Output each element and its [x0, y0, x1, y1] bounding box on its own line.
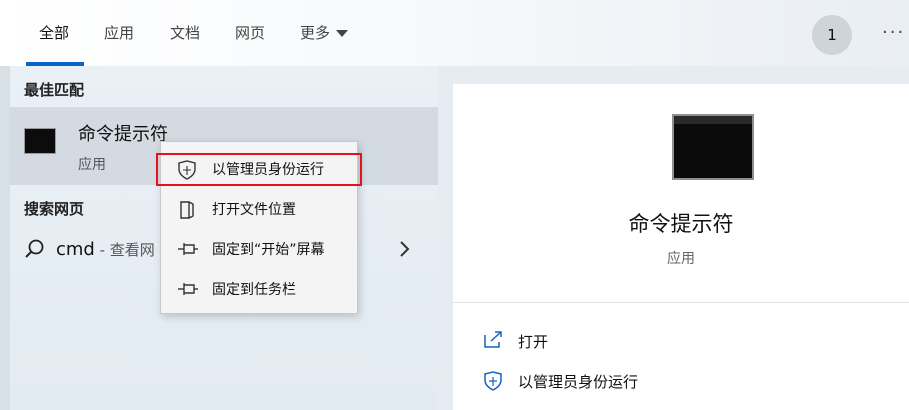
chevron-right-icon[interactable] [398, 240, 412, 258]
search-web-heading: 搜索网页 [24, 200, 85, 218]
menu-item-pin-to-taskbar[interactable]: 固定到任务栏 [161, 270, 357, 308]
more-options-button[interactable]: ··· [882, 22, 905, 43]
divider [453, 302, 909, 303]
left-edge [0, 66, 10, 410]
annotation-highlight-box [156, 153, 362, 186]
menu-item-pin-to-start[interactable]: 固定到“开始”屏幕 [161, 230, 357, 268]
open-action-label: 打开 [518, 333, 549, 351]
search-suffix: - 查看网 [94, 241, 155, 259]
search-query: cmd [56, 239, 95, 260]
tab-web[interactable]: 网页 [235, 22, 265, 43]
best-match-type: 应用 [78, 157, 106, 173]
tab-apps[interactable]: 应用 [104, 22, 134, 43]
best-match-heading: 最佳匹配 [24, 81, 85, 99]
avatar[interactable]: 1 [812, 15, 852, 55]
folder-location-icon [180, 201, 194, 219]
menu-item-label: 打开文件位置 [212, 202, 296, 218]
shield-icon [484, 371, 502, 391]
pin-icon [178, 243, 198, 255]
tab-more-label: 更多 [300, 24, 331, 42]
top-bar: 全部 应用 文档 网页 更多 1 ··· [0, 0, 909, 66]
menu-item-label: 固定到任务栏 [212, 282, 296, 298]
detail-type: 应用 [667, 251, 695, 267]
best-match-name: 命令提示符 [78, 124, 168, 145]
search-icon [25, 239, 44, 258]
menu-item-label: 固定到“开始”屏幕 [212, 242, 325, 258]
tab-documents[interactable]: 文档 [170, 22, 200, 43]
terminal-icon [24, 128, 56, 154]
caret-down-icon [336, 30, 349, 37]
web-search-result[interactable]: cmd - 查看网 [56, 239, 155, 260]
run-as-admin-label: 以管理员身份运行 [518, 373, 639, 391]
open-icon [484, 331, 502, 348]
terminal-icon-large [672, 114, 754, 180]
tab-all[interactable]: 全部 [39, 22, 69, 43]
detail-title: 命令提示符 [628, 212, 734, 236]
pin-icon [178, 283, 198, 295]
menu-item-open-file-location[interactable]: 打开文件位置 [161, 190, 357, 228]
tab-more[interactable]: 更多 [300, 22, 349, 43]
